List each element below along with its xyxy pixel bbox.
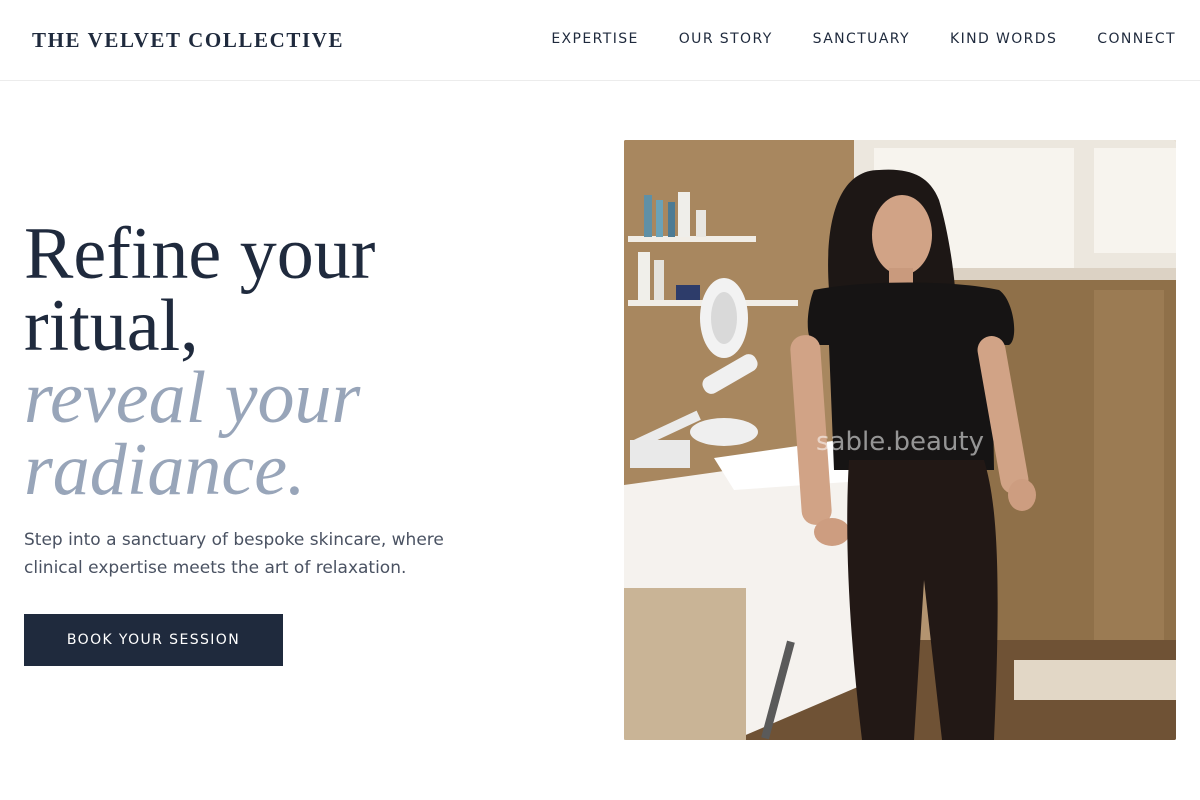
brand-logo[interactable]: THE VELVET COLLECTIVE [32, 28, 344, 53]
hero-photo: sable.beauty [624, 140, 1176, 740]
nav-item-sanctuary[interactable]: SANCTUARY [813, 31, 910, 47]
hero-copy: Refine your ritual, reveal your radiance… [24, 213, 584, 511]
headline-line-1: Refine your [24, 213, 376, 295]
headline-accent-line-2: radiance. [24, 429, 306, 511]
hero-headline: Refine your ritual, reveal your radiance… [24, 213, 584, 511]
hero-subtext: Step into a sanctuary of bespoke skincar… [24, 530, 444, 578]
nav-item-our-story[interactable]: OUR STORY [679, 31, 773, 47]
headline-line-2: ritual, [24, 285, 199, 367]
spa-room-illustration [624, 140, 1176, 740]
nav-item-connect[interactable]: CONNECT [1097, 31, 1176, 47]
main-nav: EXPERTISE OUR STORY SANCTUARY KIND WORDS… [551, 31, 1176, 47]
book-session-button[interactable]: BOOK YOUR SESSION [24, 614, 283, 666]
headline-accent-line-1: reveal your [24, 357, 361, 439]
nav-item-expertise[interactable]: EXPERTISE [551, 31, 638, 47]
site-header: THE VELVET COLLECTIVE EXPERTISE OUR STOR… [0, 0, 1200, 81]
nav-item-kind-words[interactable]: KIND WORDS [950, 31, 1057, 47]
